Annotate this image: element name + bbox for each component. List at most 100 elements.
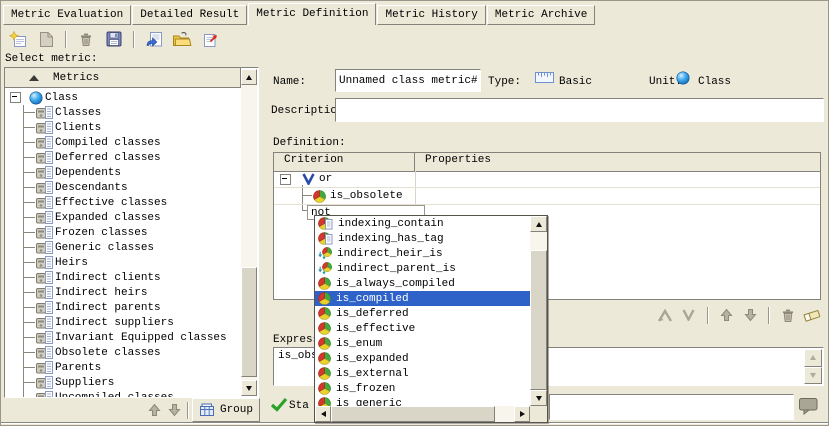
tree-item-parents[interactable]: Parents [5,360,241,375]
delete-criterion-button[interactable] [779,305,797,325]
metric-item-icon [36,301,53,314]
scroll-down-button[interactable] [241,380,257,396]
status-label: Sta [289,400,309,412]
metric-item-icon [36,316,53,329]
dropdown-item-is-generic[interactable]: is_generic [315,396,530,406]
tree-item-indirect-clients[interactable]: Indirect clients [5,270,241,285]
open-metric-file-button[interactable] [170,29,194,50]
dropdown-item-is-enum[interactable]: is_enum [315,336,530,351]
or-operator-button-gray[interactable] [680,305,698,325]
move-down-button[interactable] [741,305,759,325]
duplicate-metric-button[interactable] [34,29,58,50]
expression-scroll-up-button[interactable] [804,349,822,367]
tree-item-invariant-equipped-classes[interactable]: Invariant Equipped classes [5,330,241,345]
erase-criterion-button[interactable] [803,305,821,325]
tree-branch-line [23,105,36,120]
tree-item-expanded-classes[interactable]: Expanded classes [5,210,241,225]
criterion-column-header[interactable]: Criterion [274,153,415,171]
dropdown-item-is-expanded[interactable]: is_expanded [315,351,530,366]
dropdown-horizontal-scrollbar[interactable] [315,406,530,422]
dropdown-item-indirect-heir-is[interactable]: indirect_heir_is [315,246,530,261]
dropdown-item-is-frozen[interactable]: is_frozen [315,381,530,396]
dropdown-item-is-effective[interactable]: is_effective [315,321,530,336]
tree-item-indirect-heirs[interactable]: Indirect heirs [5,285,241,300]
tab-metric-archive[interactable]: Metric Archive [487,5,595,25]
criterion-row-or[interactable]: or [274,171,820,188]
tree-item-indirect-parents[interactable]: Indirect parents [5,300,241,315]
tree-item-dependents[interactable]: Dependents [5,165,241,180]
properties-column-header[interactable]: Properties [415,153,491,171]
scroll-down-button[interactable] [530,390,547,406]
scroll-left-button[interactable] [315,406,331,422]
scroll-thumb[interactable] [331,406,495,422]
criterion-row-is-obsolete[interactable]: is_obsolete [274,188,820,205]
metrics-column-header[interactable]: Metrics [5,68,241,88]
dropdown-item-is-deferred[interactable]: is_deferred [315,306,530,321]
move-metric-up-button[interactable] [144,400,164,420]
collapse-icon[interactable] [280,174,291,185]
tree-branch-line [23,375,36,390]
move-up-icon [147,403,162,417]
status-message-field[interactable] [549,394,794,420]
select-metric-label: Select metric: [5,53,97,65]
name-input[interactable] [335,69,481,92]
tree-item-indirect-suppliers[interactable]: Indirect suppliers [5,315,241,330]
tree-item-descendants[interactable]: Descendants [5,180,241,195]
scroll-thumb[interactable] [241,267,257,377]
dropdown-vertical-scrollbar[interactable] [530,216,547,406]
tab-metric-evaluation[interactable]: Metric Evaluation [3,5,131,25]
move-up-button[interactable] [718,305,736,325]
scroll-right-button[interactable] [514,406,530,422]
tree-item-heirs[interactable]: Heirs [5,255,241,270]
tree-item-frozen-classes[interactable]: Frozen classes [5,225,241,240]
dropdown-item-indexing-has-tag[interactable]: indexing_has_tag [315,231,530,246]
tree-item-label: Classes [55,107,101,119]
tree-item-deferred-classes[interactable]: Deferred classes [5,150,241,165]
dropdown-item-indirect-parent-is[interactable]: indirect_parent_is [315,261,530,276]
separator [768,307,770,324]
tree-item-uncompiled-classes[interactable]: Uncompiled classes [5,390,241,397]
tab-metric-definition[interactable]: Metric Definition [248,3,376,25]
dropdown-item-indexing-contain[interactable]: indexing_contain [315,216,530,231]
duplicate-metric-icon [39,31,54,48]
tree-branch-line [23,315,36,330]
import-metrics-button[interactable] [142,29,166,50]
tree-item-compiled-classes[interactable]: Compiled classes [5,135,241,150]
export-metrics-button[interactable] [198,29,222,50]
new-metric-button[interactable] [6,29,30,50]
scroll-up-button[interactable] [241,69,257,85]
tab-metric-history[interactable]: Metric History [377,5,485,25]
tree-item-obsolete-classes[interactable]: Obsolete classes [5,345,241,360]
tree-branch-line [23,120,36,135]
tree-item-suppliers[interactable]: Suppliers [5,375,241,390]
tree-item-effective-classes[interactable]: Effective classes [5,195,241,210]
criterion-icon [313,190,326,203]
description-input[interactable] [335,98,824,122]
dropdown-item-is-always-compiled[interactable]: is_always_compiled [315,276,530,291]
dropdown-item-label: indexing_contain [338,218,444,230]
tree-item-label: Obsolete classes [55,347,161,359]
tree-item-label: Descendants [55,182,128,194]
scrollbar-corner [530,406,547,422]
tree-item-generic-classes[interactable]: Generic classes [5,240,241,255]
dropdown-item-is-compiled[interactable]: is_compiled [315,291,530,306]
tree-item-label: Expanded classes [55,212,161,224]
unit-value: Class [698,76,731,88]
dropdown-item-label: indexing_has_tag [338,233,444,245]
tab-detailed-result[interactable]: Detailed Result [132,5,247,25]
expression-scroll-down-button[interactable] [804,367,822,385]
delete-metric-button[interactable] [74,29,98,50]
tree-vertical-scrollbar[interactable] [241,69,257,396]
save-metric-button[interactable] [102,29,126,50]
scroll-up-button[interactable] [530,216,547,232]
tree-item-classes[interactable]: Classes [5,105,241,120]
tree-root-class[interactable]: Class [5,90,241,105]
move-metric-down-button[interactable] [164,400,184,420]
group-toggle-button[interactable]: Group [192,398,260,422]
and-operator-button[interactable] [656,305,674,325]
tree-item-clients[interactable]: Clients [5,120,241,135]
arrow-up-icon [810,355,816,360]
collapse-icon[interactable] [10,92,21,103]
scroll-thumb[interactable] [530,250,547,390]
dropdown-item-is-external[interactable]: is_external [315,366,530,381]
